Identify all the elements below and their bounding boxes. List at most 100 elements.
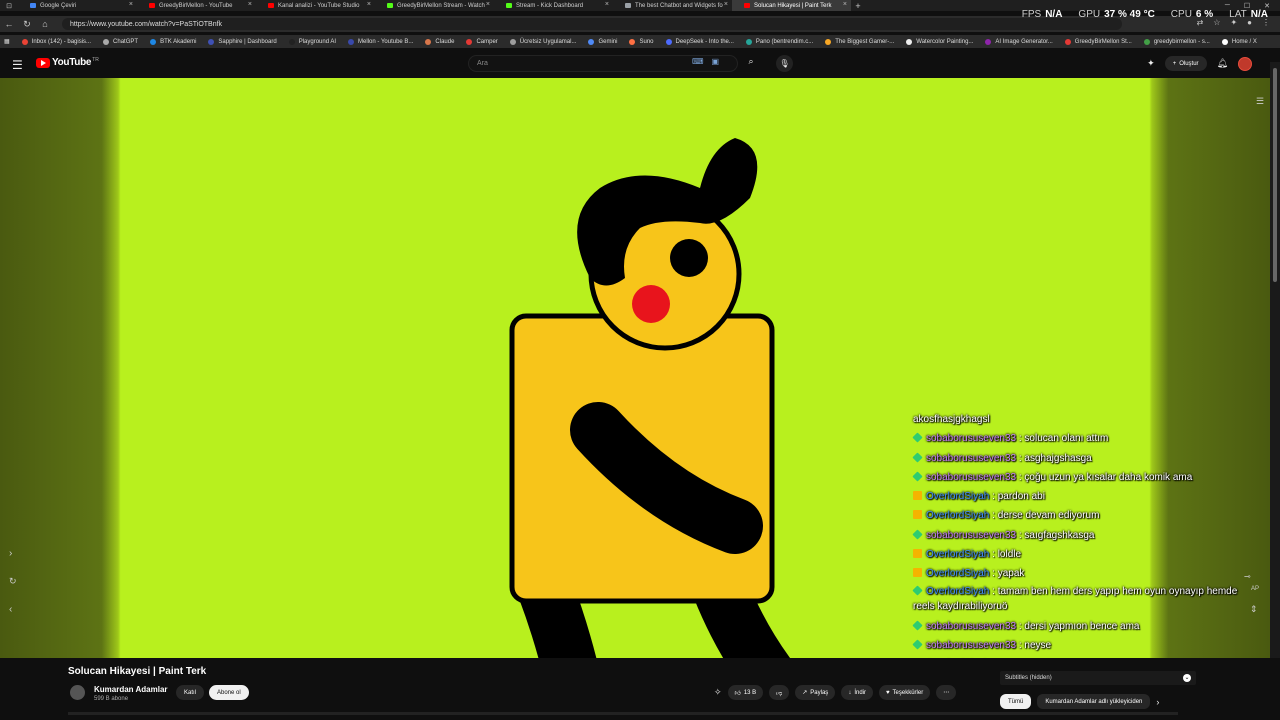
keyboard-icon[interactable]: ⌨	[692, 57, 704, 66]
bookmark-item[interactable]: Home / X	[1221, 38, 1257, 45]
loop-icon[interactable]: ↻	[9, 576, 17, 587]
browser-tab[interactable]: The best Chatbot and Widgets fo ×	[613, 0, 732, 11]
bookmark-item[interactable]: ChatGPT	[103, 38, 138, 45]
cast-icon[interactable]: ✦	[1147, 58, 1155, 69]
browser-tab[interactable]: GreedyBirMellon - YouTube ×	[137, 0, 256, 11]
tab-search-icon[interactable]: ⊡	[0, 0, 18, 11]
bookmark-favicon-icon	[985, 38, 992, 45]
chevron-right-icon[interactable]: ›	[9, 548, 12, 559]
bookmark-label: Ücretsiz Uygulamal...	[519, 38, 577, 45]
bookmark-item[interactable]: Suno	[629, 38, 654, 45]
bookmark-item[interactable]: Ücretsiz Uygulamal...	[509, 38, 577, 45]
browser-tab[interactable]: Solucan Hikayesi | Paint Terk ×	[732, 0, 851, 11]
bookmark-item[interactable]: Pano (bentrendim.c...	[745, 38, 814, 45]
page-scrollbar[interactable]	[1270, 62, 1280, 720]
bookmark-item[interactable]: Gemini	[588, 38, 618, 45]
bookmarks-apps-icon[interactable]: ▦	[4, 38, 10, 45]
channel-name[interactable]: Kumardan Adamlar	[94, 685, 168, 694]
like-button[interactable]: 👍︎ 13 B	[727, 685, 764, 700]
filter-chip[interactable]: Kumardan Adamlar adlı yükleyiciden	[1037, 694, 1151, 709]
bookmark-label: AI Image Generator...	[995, 38, 1053, 45]
more-actions-button[interactable]: ⋯	[936, 685, 957, 700]
minimize-icon[interactable]: ─	[1225, 2, 1230, 9]
subtitles-status[interactable]: Subtitles (hidden) ⌄	[1000, 671, 1196, 685]
join-button[interactable]: Katıl	[176, 685, 205, 700]
hamburger-menu-icon[interactable]: ☰	[12, 58, 23, 72]
search-icon[interactable]: ⌕	[742, 56, 760, 71]
bookmark-item[interactable]: Camper	[466, 38, 498, 45]
chevron-left-icon[interactable]: ‹	[9, 604, 12, 615]
tab-close-icon[interactable]: ×	[724, 1, 728, 8]
bookmark-favicon-icon	[745, 38, 752, 45]
bookmark-item[interactable]: DeepSeek - Into the...	[665, 38, 734, 45]
create-button[interactable]: + Oluştur	[1164, 56, 1207, 71]
bookmark-item[interactable]: Claude	[425, 38, 454, 45]
new-tab-button[interactable]: +	[851, 1, 865, 11]
bookmark-item[interactable]: BTK Akademi	[150, 38, 196, 45]
chat-username: OverlordSiyah	[926, 510, 990, 522]
chat-message: OverlordSiyah : tamam ben hem ders yapıp…	[912, 584, 1243, 614]
bookmark-favicon-icon	[288, 38, 295, 45]
bookmark-item[interactable]: Inbox (142) - bagisis...	[21, 38, 91, 45]
tab-close-icon[interactable]: ×	[129, 1, 133, 8]
tab-title: GreedyBirMellon Stream - Watch	[397, 2, 485, 9]
chat-message: sobaborususeven33 : asghajgshasga	[912, 449, 1243, 468]
chat-message: sobaborususeven33 : neyse	[912, 636, 1243, 655]
screen-search-icon[interactable]: ▣	[712, 57, 720, 66]
tab-close-icon[interactable]: ×	[605, 1, 609, 8]
cpu-stat: CPU 6 %	[1170, 9, 1214, 20]
chapters-list-icon[interactable]: ☰	[1256, 96, 1264, 107]
tab-close-icon[interactable]: ×	[843, 1, 847, 8]
performance-overlay: FPS N/A GPU 37 % 49 °C CPU 6 % LAT N/A	[1022, 9, 1268, 20]
bookmark-item[interactable]: GreedyBirMellon St...	[1064, 38, 1132, 45]
dislike-button[interactable]: 👎︎	[769, 685, 790, 700]
bookmark-item[interactable]: greedybirmellon - s...	[1143, 38, 1210, 45]
refresh-icon[interactable]: ↻	[18, 16, 36, 32]
browser-tab[interactable]: Google Çeviri ×	[18, 0, 137, 11]
bookmark-item[interactable]: Sapphire | Dashboard	[208, 38, 277, 45]
bookmark-favicon-icon	[1064, 38, 1071, 45]
notifications-bell-icon[interactable]: 🔔︎	[1217, 58, 1228, 69]
tab-close-icon[interactable]: ×	[486, 1, 490, 8]
chat-username: sobaborususeven33	[926, 471, 1017, 483]
bookmark-label: Gemini	[598, 38, 618, 45]
sparkle-icon[interactable]: ✧	[714, 687, 722, 698]
channel-avatar[interactable]	[70, 685, 85, 700]
chips-next-icon[interactable]: ›	[1156, 697, 1159, 707]
tab-close-icon[interactable]: ×	[367, 1, 371, 8]
tab-close-icon[interactable]: ×	[248, 1, 252, 8]
video-player[interactable]: › ↻ ‹ ☰ ⊸ AP ⇕ akosfhasjgkhagsl sobaborus…	[0, 78, 1270, 658]
video-actions: ✧ 👍︎ 13 B 👎︎ ↗ Paylaş ↓ İndir ♥ Teşekkürler …	[714, 685, 957, 700]
browser-tab[interactable]: Kanal analizi - YouTube Studio ×	[256, 0, 375, 11]
microphone-icon[interactable]: 🎙︎	[776, 55, 793, 72]
chevron-down-icon[interactable]: ⌄	[1183, 674, 1191, 682]
expand-icon[interactable]: ⇕	[1250, 604, 1258, 615]
back-icon[interactable]: ←	[0, 16, 18, 32]
subscribe-button[interactable]: Abone ol	[209, 685, 249, 700]
scrollbar-thumb[interactable]	[1273, 68, 1277, 282]
bookmark-label: Pano (bentrendim.c...	[755, 38, 814, 45]
bookmark-label: The Biggest Gamer-...	[835, 38, 895, 45]
thanks-button[interactable]: ♥ Teşekkürler	[878, 685, 931, 700]
youtube-logo[interactable]: YouTube TR	[36, 57, 99, 68]
bookmark-item[interactable]: Playground AI	[288, 38, 336, 45]
like-count: 13 B	[743, 689, 757, 696]
home-icon[interactable]: ⌂	[36, 16, 54, 32]
autoplay-toggle-icon[interactable]: ⊸	[1244, 572, 1251, 581]
url-field[interactable]: https://www.youtube.com/watch?v=PaSTiOTB…	[62, 18, 1122, 30]
bookmark-item[interactable]: AI Image Generator...	[985, 38, 1053, 45]
tab-title: Google Çeviri	[40, 2, 77, 9]
region-code: TR	[92, 56, 99, 63]
browser-tab[interactable]: GreedyBirMellon Stream - Watch ×	[375, 0, 494, 11]
bookmark-label: Sapphire | Dashboard	[218, 38, 277, 45]
download-button[interactable]: ↓ İndir	[841, 685, 873, 700]
bookmark-item[interactable]: The Biggest Gamer-...	[825, 38, 895, 45]
account-avatar[interactable]	[1238, 56, 1252, 71]
share-button[interactable]: ↗ Paylaş	[795, 685, 836, 700]
bookmark-item[interactable]: Watercolor Painting...	[906, 38, 973, 45]
lat-stat: LAT N/A	[1229, 9, 1268, 20]
filter-chip[interactable]: Tümü	[1000, 694, 1032, 709]
bookmark-item[interactable]: Mellon - Youtube B...	[348, 38, 413, 45]
tab-favicon-icon	[744, 3, 750, 8]
browser-tab[interactable]: Stream - Kick Dashboard ×	[494, 0, 613, 11]
